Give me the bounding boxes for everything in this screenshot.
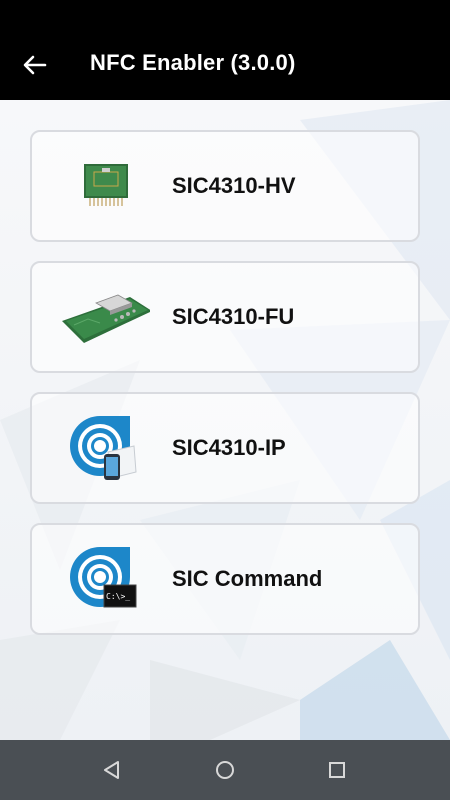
page-title: NFC Enabler (3.0.0) [90,50,296,75]
back-arrow-icon[interactable] [20,50,50,80]
device-label: SIC Command [172,566,323,591]
content-area: SIC4310-HV SIC4310-FU SIC4310-IP C:\>_ S… [0,100,450,740]
device-card-sic4310-hv[interactable]: SIC4310-HV [30,130,420,242]
device-card-sic4310-fu[interactable]: SIC4310-FU [30,261,420,373]
nfc-phone-icon [70,416,137,480]
board-fu-icon [62,294,150,343]
system-navigation-bar [0,740,450,800]
app-bar: NFC Enabler (3.0.0) [0,0,450,100]
device-label: SIC4310-HV [172,173,296,198]
terminal-prompt-text: C:\>_ [106,592,130,601]
device-label: SIC4310-FU [172,304,295,329]
device-card-sic4310-ip[interactable]: SIC4310-IP [30,392,420,504]
nav-recents-icon[interactable] [323,756,351,784]
nav-home-icon[interactable] [211,756,239,784]
device-card-sic-command[interactable]: C:\>_ SIC Command [30,523,420,635]
nfc-terminal-icon: C:\>_ [70,547,137,608]
nav-back-icon[interactable] [98,756,126,784]
device-label: SIC4310-IP [172,435,286,460]
board-hv-icon [84,164,128,206]
